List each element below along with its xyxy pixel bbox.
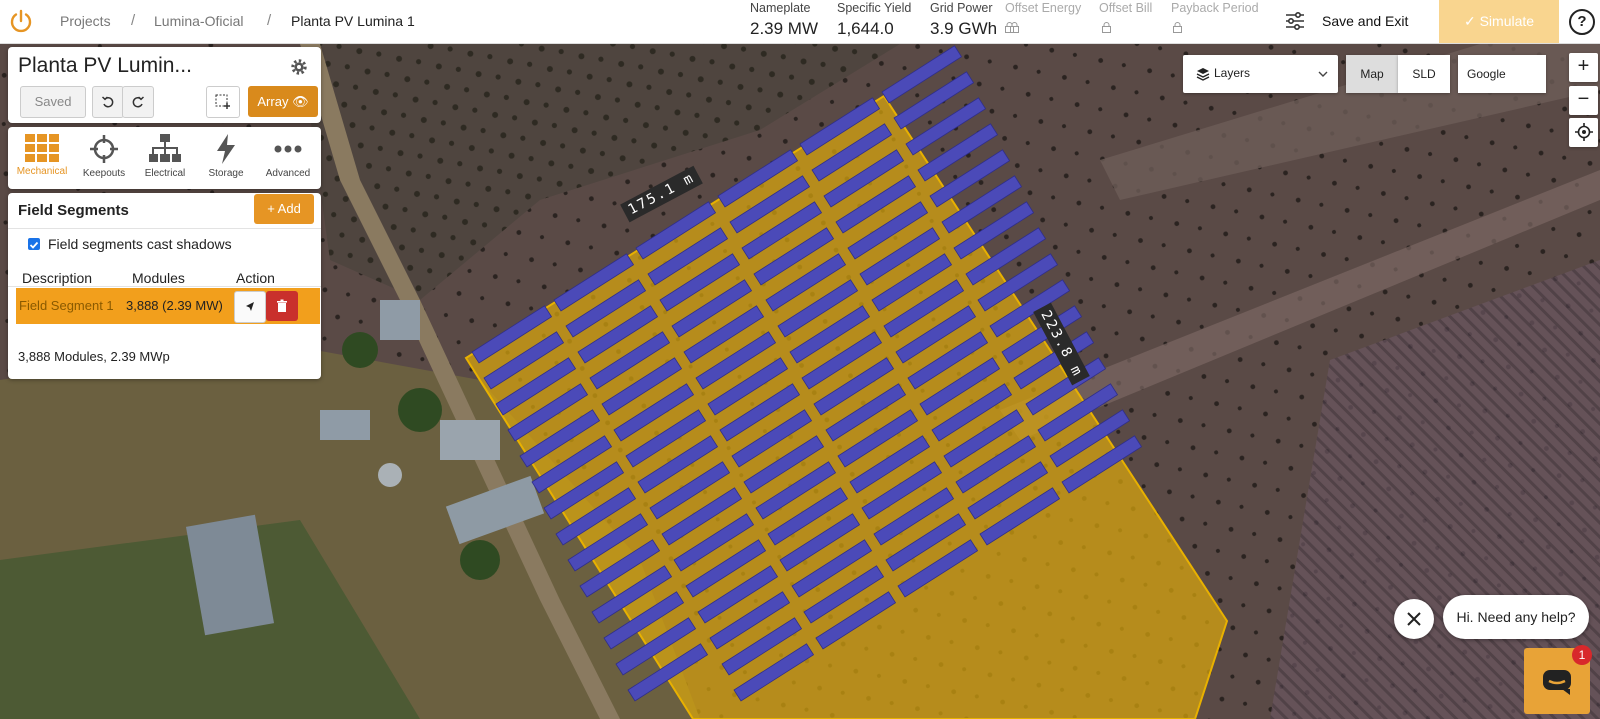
ellipsis-icon bbox=[274, 145, 302, 153]
tool-advanced[interactable]: Advanced bbox=[258, 131, 318, 186]
project-panel: Planta PV Lumin... Saved Array 👁 bbox=[8, 47, 321, 123]
project-title: Planta PV Lumin... bbox=[18, 54, 192, 77]
tool-mechanical[interactable]: Mechanical bbox=[12, 131, 72, 186]
sliders-icon[interactable] bbox=[1285, 12, 1305, 30]
tool-electrical[interactable]: Electrical bbox=[135, 131, 195, 186]
top-bar: Projects / Lumina-Oficial / Planta PV Lu… bbox=[0, 0, 1600, 44]
metric-value: 2.39 MW bbox=[750, 19, 819, 38]
metric-value: 3.9 GWh bbox=[930, 19, 998, 38]
array-label: Array bbox=[257, 94, 289, 109]
crosshair-icon bbox=[90, 135, 118, 163]
close-icon bbox=[1407, 612, 1421, 626]
select-area-button[interactable] bbox=[206, 86, 240, 118]
check-icon: ✓ bbox=[1463, 13, 1480, 29]
saved-button[interactable]: Saved bbox=[20, 86, 86, 118]
field-segments-title: Field Segments bbox=[18, 202, 129, 219]
field-segments-panel: Field Segments + Add Field segments cast… bbox=[8, 193, 321, 379]
divider bbox=[8, 228, 321, 229]
lock-icon bbox=[1102, 22, 1111, 33]
column-header-description: Description bbox=[22, 270, 93, 286]
metric-value: 1,644.0 bbox=[837, 19, 894, 38]
simulate-button[interactable]: ✓ Simulate bbox=[1439, 0, 1559, 43]
select-area-icon bbox=[215, 94, 230, 109]
tools-panel: Mechanical Keepouts Electrical Storage A… bbox=[8, 127, 321, 189]
tool-label: Mechanical bbox=[16, 166, 68, 177]
table-row[interactable]: Field Segment 1 3,888 (2.39 MW) bbox=[16, 288, 320, 324]
delete-segment-button[interactable] bbox=[266, 291, 298, 321]
segments-summary: 3,888 Modules, 2.39 MWp bbox=[18, 349, 170, 364]
shadow-checkbox-label: Field segments cast shadows bbox=[48, 236, 232, 252]
add-segment-button[interactable]: + Add bbox=[254, 194, 314, 224]
eye-icon: 👁 bbox=[292, 94, 309, 109]
undo-button[interactable] bbox=[92, 86, 124, 118]
chat-unread-badge: 1 bbox=[1572, 645, 1592, 665]
trash-icon bbox=[277, 299, 287, 312]
recenter-button[interactable] bbox=[1569, 118, 1598, 147]
metric-label: Grid Power bbox=[930, 1, 993, 15]
grid-icon bbox=[25, 134, 59, 162]
shadow-checkbox[interactable] bbox=[28, 238, 40, 250]
help-icon[interactable]: ? bbox=[1569, 9, 1595, 35]
metric-label: Nameplate bbox=[750, 1, 811, 15]
redo-icon bbox=[132, 96, 145, 108]
tool-label: Keepouts bbox=[82, 168, 126, 179]
tool-keepouts[interactable]: Keepouts bbox=[74, 131, 134, 186]
segment-modules: 3,888 (2.39 MW) bbox=[126, 298, 223, 313]
map-provider-select[interactable]: Google bbox=[1458, 55, 1546, 93]
bolt-icon bbox=[217, 134, 235, 164]
column-header-modules: Modules bbox=[132, 270, 185, 286]
layers-dropdown[interactable]: Layers bbox=[1183, 55, 1338, 93]
breadcrumb-projects[interactable]: Projects bbox=[60, 13, 111, 29]
layers-label: Layers bbox=[1214, 66, 1251, 80]
tool-label: Advanced bbox=[265, 168, 311, 179]
metric-label: Offset Energy bbox=[1005, 1, 1082, 15]
save-and-exit-button[interactable]: Save and Exit bbox=[1322, 13, 1408, 29]
tool-label: Electrical bbox=[144, 168, 186, 179]
chat-close-button[interactable] bbox=[1394, 599, 1434, 639]
tab-map[interactable]: Map bbox=[1346, 55, 1398, 93]
breadcrumb-current: Planta PV Lumina 1 bbox=[291, 13, 415, 29]
zoom-out-button[interactable]: − bbox=[1569, 86, 1598, 115]
gear-icon[interactable] bbox=[290, 58, 308, 76]
layers-icon bbox=[1196, 68, 1210, 81]
power-logo-icon[interactable] bbox=[9, 9, 33, 33]
navigate-arrow-icon bbox=[246, 302, 254, 311]
hierarchy-icon bbox=[149, 134, 181, 162]
segment-description[interactable]: Field Segment 1 bbox=[19, 298, 114, 313]
tab-sld[interactable]: SLD bbox=[1398, 55, 1450, 93]
divider bbox=[8, 286, 321, 287]
breadcrumb-separator: / bbox=[131, 12, 136, 29]
simulate-label: Simulate bbox=[1479, 13, 1535, 29]
metric-label: Offset Bill bbox=[1099, 1, 1153, 15]
metric-label: Payback Period bbox=[1171, 1, 1259, 15]
tool-storage[interactable]: Storage bbox=[196, 131, 256, 186]
array-visibility-button[interactable]: Array 👁 bbox=[248, 86, 318, 117]
locate-segment-button[interactable] bbox=[234, 291, 266, 323]
column-header-action: Action bbox=[236, 270, 275, 286]
lock-icon bbox=[1005, 22, 1014, 33]
redo-button[interactable] bbox=[122, 86, 154, 118]
metric-label: Specific Yield bbox=[837, 1, 912, 15]
breadcrumb-separator: / bbox=[267, 12, 272, 29]
target-icon bbox=[1574, 123, 1593, 141]
breadcrumb-project-group[interactable]: Lumina-Oficial bbox=[154, 13, 243, 29]
zoom-in-button[interactable]: + bbox=[1569, 53, 1598, 82]
lock-icon bbox=[1173, 22, 1182, 33]
check-icon bbox=[29, 241, 39, 249]
chat-greeting[interactable]: Hi. Need any help? bbox=[1443, 595, 1589, 639]
chevron-down-icon bbox=[1318, 71, 1328, 77]
undo-icon bbox=[101, 96, 114, 108]
tool-label: Storage bbox=[208, 168, 244, 179]
